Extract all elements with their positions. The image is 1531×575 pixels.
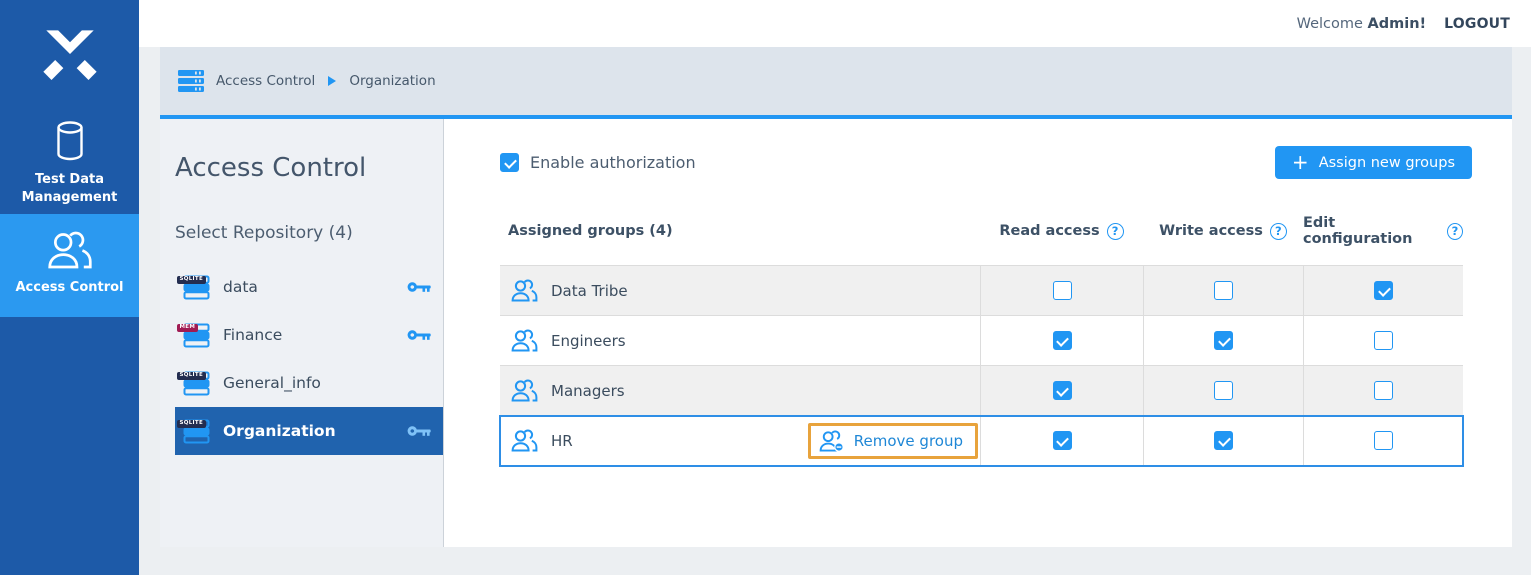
read-access-checkbox[interactable] bbox=[1053, 281, 1072, 300]
key-icon bbox=[407, 328, 433, 342]
read-access-checkbox[interactable] bbox=[1053, 331, 1072, 350]
help-icon[interactable]: ? bbox=[1107, 223, 1124, 240]
repository-item-data[interactable]: SQLITE data bbox=[175, 263, 443, 311]
repository-stack-icon bbox=[177, 69, 205, 93]
group-name: Managers bbox=[551, 382, 625, 400]
enable-authorization-label: Enable authorization bbox=[530, 153, 696, 172]
group-row-engineers[interactable]: Engineers bbox=[500, 316, 1463, 366]
remove-group-label: Remove group bbox=[854, 432, 963, 450]
breadcrumb: Access Control Organization bbox=[160, 47, 1512, 119]
welcome-text: Welcome Admin! bbox=[1297, 16, 1427, 32]
repository-item-organization[interactable]: SQLITE Organization bbox=[175, 407, 443, 455]
read-access-checkbox[interactable] bbox=[1053, 381, 1072, 400]
help-icon[interactable]: ? bbox=[1447, 223, 1463, 240]
repository-name: data bbox=[223, 278, 258, 296]
user-group-icon bbox=[511, 429, 538, 452]
group-name: HR bbox=[551, 432, 573, 450]
user-group-icon bbox=[47, 230, 93, 270]
assigned-groups-header: Assigned groups (4) bbox=[500, 215, 980, 247]
remove-group-icon bbox=[819, 430, 845, 452]
database-cylinder-icon bbox=[52, 120, 88, 162]
sidebar-item-test-data-management[interactable]: Test Data Management bbox=[0, 112, 139, 214]
edit-configuration-checkbox[interactable] bbox=[1374, 431, 1393, 450]
write-access-checkbox[interactable] bbox=[1214, 381, 1233, 400]
database-icon: SQLITE bbox=[183, 419, 210, 444]
db-type-badge: SQLITE bbox=[177, 372, 206, 381]
assigned-groups-table: Assigned groups (4) Read access ? Write … bbox=[500, 215, 1463, 466]
logout-button[interactable]: LOGOUT bbox=[1444, 16, 1510, 32]
group-row-data-tribe[interactable]: Data Tribe bbox=[500, 266, 1463, 316]
help-icon[interactable]: ? bbox=[1270, 223, 1287, 240]
key-icon bbox=[407, 424, 433, 438]
sidebar: Test Data Management Access Control bbox=[0, 0, 139, 575]
access-control-panel: Access Control Select Repository (4) SQL… bbox=[160, 119, 444, 547]
group-name: Engineers bbox=[551, 332, 626, 350]
select-repository-label: Select Repository (4) bbox=[175, 223, 443, 243]
user-group-icon bbox=[511, 279, 538, 302]
write-access-checkbox[interactable] bbox=[1214, 281, 1233, 300]
write-access-checkbox[interactable] bbox=[1214, 431, 1233, 450]
read-access-checkbox[interactable] bbox=[1053, 431, 1072, 450]
breadcrumb-page[interactable]: Organization bbox=[349, 73, 435, 89]
sidebar-item-label: Test Data Management bbox=[8, 171, 131, 206]
edit-configuration-header: Edit configuration ? bbox=[1303, 215, 1463, 247]
x-logo-icon bbox=[33, 20, 107, 94]
table-body: Data Tribe bbox=[500, 265, 1463, 466]
enable-authorization-checkbox[interactable] bbox=[500, 153, 519, 172]
breadcrumb-section[interactable]: Access Control bbox=[216, 73, 315, 89]
sidebar-item-access-control[interactable]: Access Control bbox=[0, 214, 139, 317]
repository-item-general-info[interactable]: SQLITE General_info bbox=[175, 359, 443, 407]
repository-name: Organization bbox=[223, 422, 336, 440]
topbar: Welcome Admin! LOGOUT bbox=[139, 0, 1531, 47]
write-access-checkbox[interactable] bbox=[1214, 331, 1233, 350]
key-icon bbox=[407, 280, 433, 294]
edit-configuration-checkbox[interactable] bbox=[1374, 331, 1393, 350]
welcome-prefix: Welcome bbox=[1297, 16, 1363, 32]
enable-authorization-row: Enable authorization bbox=[500, 153, 696, 172]
assign-new-groups-label: Assign new groups bbox=[1319, 155, 1455, 171]
repository-name: General_info bbox=[223, 374, 321, 392]
repository-name: Finance bbox=[223, 326, 282, 344]
authorization-panel: Enable authorization + Assign new groups… bbox=[444, 119, 1512, 547]
plus-icon: + bbox=[1292, 152, 1309, 172]
db-type-badge: SQLITE bbox=[177, 276, 206, 285]
write-access-header: Write access ? bbox=[1143, 215, 1303, 247]
read-access-header: Read access ? bbox=[980, 215, 1143, 247]
table-header: Assigned groups (4) Read access ? Write … bbox=[500, 215, 1463, 247]
breadcrumb-arrow-icon bbox=[328, 76, 336, 86]
database-icon: SQLITE bbox=[183, 275, 210, 300]
group-row-hr[interactable]: HR bbox=[500, 416, 1463, 466]
user-group-icon bbox=[511, 379, 538, 402]
database-icon: MEM bbox=[183, 323, 210, 348]
edit-configuration-checkbox[interactable] bbox=[1374, 381, 1393, 400]
welcome-username: Admin! bbox=[1368, 16, 1427, 32]
page-title: Access Control bbox=[175, 153, 443, 183]
repository-item-finance[interactable]: MEM Finance bbox=[175, 311, 443, 359]
db-type-badge: MEM bbox=[177, 324, 198, 333]
repository-list: SQLITE data bbox=[175, 263, 443, 455]
main-container: Access Control Organization Access Contr… bbox=[160, 47, 1512, 547]
user-group-icon bbox=[511, 329, 538, 352]
db-type-badge: SQLITE bbox=[177, 420, 206, 429]
assign-new-groups-button[interactable]: + Assign new groups bbox=[1275, 146, 1472, 179]
remove-group-button[interactable]: Remove group bbox=[808, 423, 978, 459]
edit-configuration-checkbox[interactable] bbox=[1374, 281, 1393, 300]
group-name: Data Tribe bbox=[551, 282, 628, 300]
database-icon: SQLITE bbox=[183, 371, 210, 396]
group-row-managers[interactable]: Managers bbox=[500, 366, 1463, 416]
sidebar-item-label: Access Control bbox=[15, 279, 123, 297]
app-logo bbox=[0, 0, 139, 94]
